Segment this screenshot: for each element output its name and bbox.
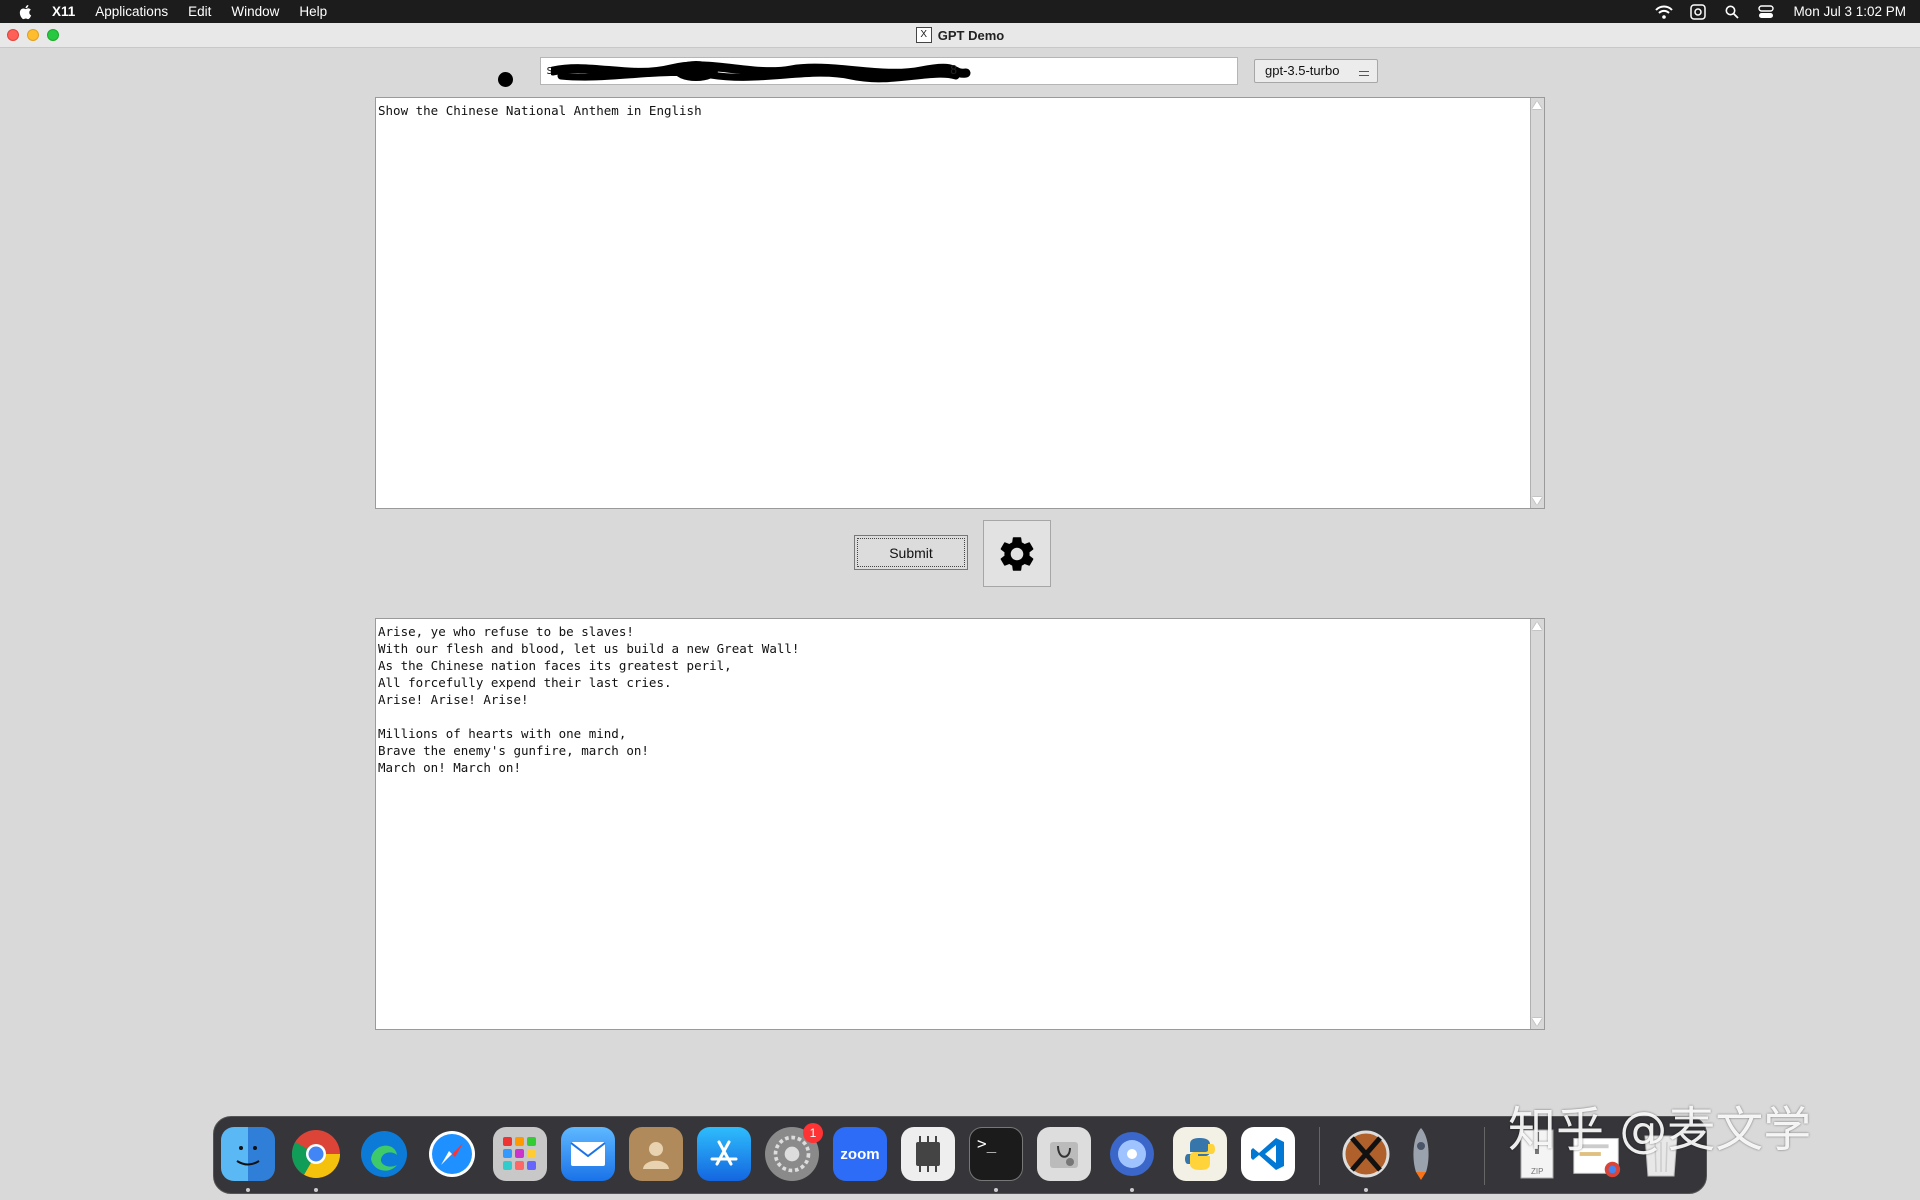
submit-button[interactable]: Submit [854, 535, 968, 570]
radio-indicator[interactable] [498, 72, 513, 87]
response-text: Arise, ye who refuse to be slaves! With … [378, 624, 800, 775]
dock-running-indicator [1130, 1188, 1134, 1192]
menu-app-name[interactable]: X11 [52, 4, 75, 19]
edge-icon[interactable] [357, 1127, 411, 1181]
finder-icon[interactable] [221, 1127, 275, 1181]
settings-button[interactable] [983, 520, 1051, 587]
x11-window-icon: X [915, 27, 932, 43]
x11-icon[interactable] [1339, 1127, 1393, 1181]
dock: 1 zoom >_ ZIP [213, 1116, 1707, 1194]
dock-running-indicator [246, 1188, 250, 1192]
chrome-icon[interactable] [289, 1127, 343, 1181]
api-key-visible-end: 8 [950, 63, 958, 77]
system-information-icon[interactable] [901, 1127, 955, 1181]
dock-running-indicator [994, 1188, 998, 1192]
scroll-down-arrow-icon[interactable] [1532, 497, 1542, 505]
menu-applications[interactable]: Applications [95, 4, 168, 19]
spotlight-search-icon[interactable] [1723, 4, 1741, 20]
dock-separator [1484, 1127, 1485, 1185]
redaction-scribble [551, 61, 971, 83]
prompt-scrollbar[interactable] [1530, 98, 1544, 508]
system-settings-icon[interactable]: 1 [765, 1123, 823, 1181]
menu-edit[interactable]: Edit [188, 4, 211, 19]
launchpad-icon[interactable] [493, 1127, 547, 1181]
prompt-textarea[interactable]: Show the Chinese National Anthem in Engl… [375, 97, 1545, 509]
python-icon[interactable] [1173, 1127, 1227, 1181]
window-title: GPT Demo [937, 27, 1005, 43]
model-select[interactable]: gpt-3.5-turbo [1254, 59, 1378, 83]
wifi-icon[interactable] [1655, 4, 1674, 20]
zoom-icon[interactable]: zoom [833, 1127, 887, 1181]
apple-icon[interactable] [17, 3, 35, 21]
terminal-icon[interactable]: >_ [969, 1127, 1023, 1181]
menubar-clock[interactable]: Mon Jul 3 1:02 PM [1793, 4, 1906, 19]
response-scrollbar[interactable] [1530, 619, 1544, 1029]
disk-utility-icon[interactable] [1037, 1127, 1091, 1181]
accessibility-icon[interactable] [1689, 3, 1707, 20]
menu-window[interactable]: Window [231, 4, 279, 19]
zoom-label: zoom [840, 1145, 880, 1163]
scroll-down-arrow-icon[interactable] [1532, 1018, 1542, 1026]
scroll-up-arrow-icon[interactable] [1532, 101, 1542, 109]
prompt-text: Show the Chinese National Anthem in Engl… [378, 103, 702, 118]
dock-running-indicator [1364, 1188, 1368, 1192]
window-title-bar: X GPT Demo [0, 23, 1920, 48]
response-textarea[interactable]: Arise, ye who refuse to be slaves! With … [375, 618, 1545, 1030]
gear-icon [1000, 536, 1034, 571]
contacts-icon[interactable] [629, 1127, 683, 1181]
app-store-icon[interactable] [697, 1127, 751, 1181]
mail-icon[interactable] [561, 1127, 615, 1181]
dock-running-indicator [314, 1188, 318, 1192]
vscode-icon[interactable] [1241, 1127, 1295, 1181]
menu-help[interactable]: Help [299, 4, 327, 19]
rocket-icon[interactable] [1394, 1127, 1448, 1181]
api-key-input[interactable]: s 8 [540, 57, 1238, 85]
dock-separator [1319, 1127, 1320, 1185]
menu-bar: X11 Applications Edit Window Help Mon Ju… [0, 0, 1920, 23]
dropdown-icon [1359, 71, 1369, 76]
svg-text:ZIP: ZIP [1531, 1167, 1543, 1176]
scroll-up-arrow-icon[interactable] [1532, 622, 1542, 630]
disk-diag-icon[interactable] [1105, 1127, 1159, 1181]
control-center-icon[interactable] [1757, 4, 1775, 20]
notification-badge: 1 [803, 1123, 823, 1143]
watermark: 知乎 @麦文学 [1508, 1102, 1812, 1158]
safari-icon[interactable] [425, 1127, 479, 1181]
model-select-value: gpt-3.5-turbo [1265, 63, 1340, 78]
